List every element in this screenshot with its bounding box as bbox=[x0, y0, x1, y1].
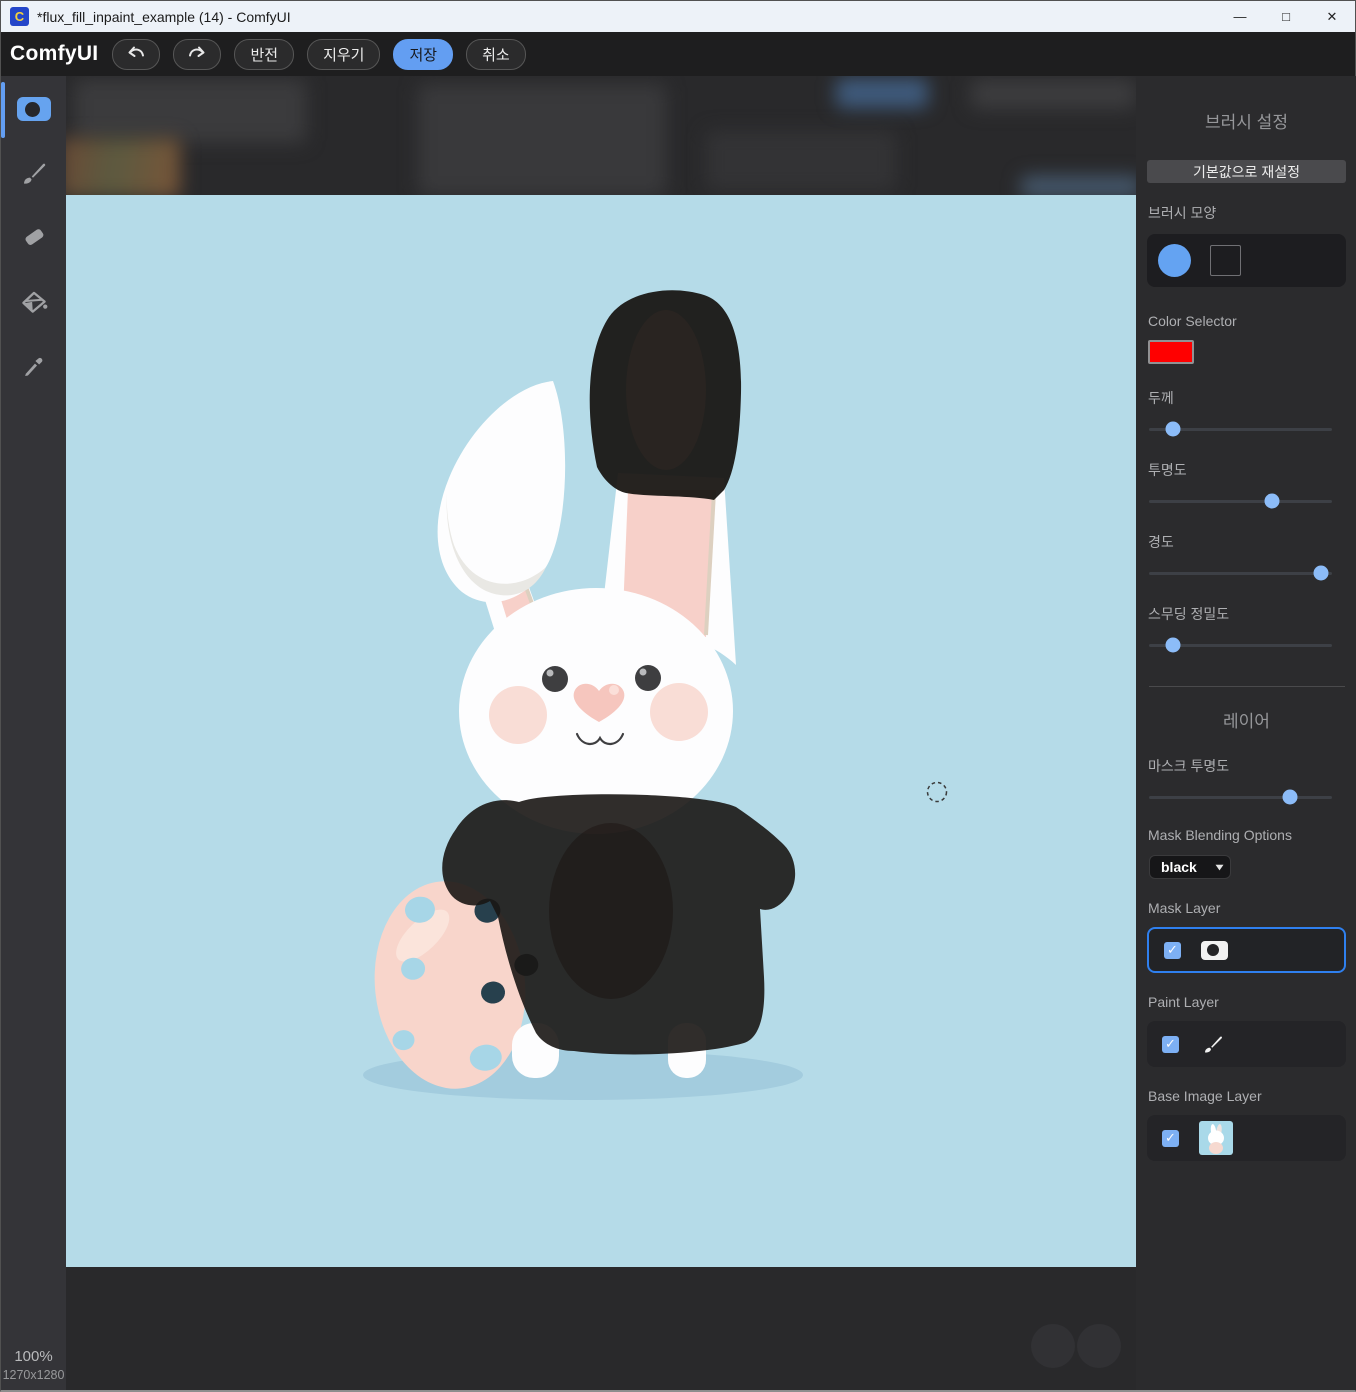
mask-blending-label: Mask Blending Options bbox=[1148, 827, 1356, 843]
mask-opacity-slider[interactable] bbox=[1149, 790, 1332, 804]
paint-layer-icon bbox=[1199, 1032, 1227, 1056]
base-image-layer-label: Base Image Layer bbox=[1148, 1088, 1356, 1104]
hardness-slider[interactable] bbox=[1149, 566, 1332, 580]
mask-opacity-slider-thumb[interactable] bbox=[1282, 790, 1297, 805]
base-image-thumbnail bbox=[1199, 1121, 1233, 1155]
settings-panel: 브러시 설정 기본값으로 재설정 브러시 모양 Color Selector 두… bbox=[1136, 76, 1356, 1390]
panel-divider bbox=[1149, 686, 1345, 687]
fill-tool-button[interactable] bbox=[11, 278, 57, 324]
backdrop-blur-panel bbox=[706, 131, 896, 191]
redo-button[interactable] bbox=[173, 39, 221, 70]
mask-layer-row[interactable] bbox=[1147, 927, 1346, 973]
eraser-tool-button[interactable] bbox=[11, 214, 57, 260]
circle-brush-option[interactable] bbox=[1158, 244, 1191, 277]
brush-shape-label: 브러시 모양 bbox=[1148, 203, 1356, 223]
eyedropper-tool-button[interactable] bbox=[11, 342, 57, 388]
comfyui-app-icon: C bbox=[10, 7, 29, 26]
comfyui-mask-editor-window: C *flux_fill_inpaint_example (14) - Comf… bbox=[0, 0, 1356, 1392]
backdrop-blur-button bbox=[836, 78, 928, 108]
brush-icon bbox=[19, 158, 49, 188]
title-bar: C *flux_fill_inpaint_example (14) - Comf… bbox=[1, 1, 1355, 32]
canvas-area bbox=[66, 76, 1136, 1390]
smoothing-precision-slider[interactable] bbox=[1149, 638, 1332, 652]
thickness-label: 두께 bbox=[1148, 388, 1356, 408]
opacity-label: 투명도 bbox=[1148, 460, 1356, 480]
backdrop-blur-icons bbox=[971, 79, 1136, 109]
eyedropper-icon bbox=[20, 351, 48, 379]
editor-toolbar: ComfyUI 반전 지우기 저장 취소 bbox=[1, 32, 1355, 76]
slider-track bbox=[1149, 796, 1332, 799]
redo-icon bbox=[186, 45, 208, 63]
opacity-slider[interactable] bbox=[1149, 494, 1332, 508]
cancel-button[interactable]: 취소 bbox=[466, 39, 526, 70]
slider-track bbox=[1149, 500, 1332, 503]
save-button[interactable]: 저장 bbox=[393, 39, 453, 70]
color-selector-label: Color Selector bbox=[1148, 313, 1356, 329]
comfyui-logo: ComfyUI bbox=[10, 42, 98, 66]
brush-color-swatch[interactable] bbox=[1148, 340, 1194, 364]
window-title: *flux_fill_inpaint_example (14) - ComfyU… bbox=[37, 9, 291, 25]
mask-layer-icon bbox=[1201, 941, 1228, 960]
close-button[interactable]: ✕ bbox=[1309, 1, 1355, 32]
canvas-action-button-1[interactable] bbox=[1031, 1324, 1075, 1368]
paint-layer-label: Paint Layer bbox=[1148, 994, 1356, 1010]
base-image-layer-row[interactable] bbox=[1147, 1115, 1346, 1161]
backdrop-blur-panel bbox=[74, 79, 306, 143]
base-image-layer-visibility-checkbox[interactable] bbox=[1162, 1130, 1179, 1147]
minimize-button[interactable]: — bbox=[1217, 1, 1263, 32]
hardness-label: 경도 bbox=[1148, 532, 1356, 552]
invert-button[interactable]: 반전 bbox=[234, 39, 294, 70]
paint-layer-visibility-checkbox[interactable] bbox=[1162, 1036, 1179, 1053]
selected-tool-indicator bbox=[1, 82, 5, 138]
mask-tool-icon bbox=[17, 97, 51, 121]
thickness-slider-thumb[interactable] bbox=[1165, 422, 1180, 437]
brush-shape-selector bbox=[1147, 234, 1346, 287]
mask-tool-button[interactable] bbox=[11, 86, 57, 132]
chevron-down-icon: ▾ bbox=[1216, 862, 1223, 873]
square-brush-option[interactable] bbox=[1210, 245, 1241, 276]
window-controls: — □ ✕ bbox=[1217, 1, 1355, 32]
undo-button[interactable] bbox=[112, 39, 160, 70]
backdrop-blur-image bbox=[66, 138, 180, 198]
slider-track bbox=[1149, 572, 1332, 575]
paint-layer-row[interactable] bbox=[1147, 1021, 1346, 1067]
reset-defaults-button[interactable]: 기본값으로 재설정 bbox=[1147, 160, 1346, 183]
hardness-slider-thumb[interactable] bbox=[1314, 566, 1329, 581]
backdrop-blur-panel bbox=[418, 84, 666, 196]
smoothing-precision-label: 스무딩 정밀도 bbox=[1148, 604, 1356, 624]
zoom-percent: 100% bbox=[1, 1348, 66, 1365]
thickness-slider[interactable] bbox=[1149, 422, 1332, 436]
mask-paint-canvas[interactable] bbox=[66, 195, 1136, 1267]
tool-sidebar: 100% 1270x1280 bbox=[1, 76, 66, 1390]
undo-icon bbox=[125, 45, 147, 63]
eraser-icon bbox=[19, 222, 49, 252]
mask-layer-label: Mask Layer bbox=[1148, 900, 1356, 916]
maximize-button[interactable]: □ bbox=[1263, 1, 1309, 32]
paint-bucket-icon bbox=[19, 286, 49, 316]
mask-layer-visibility-checkbox[interactable] bbox=[1164, 942, 1181, 959]
canvas-zoom-info: 100% 1270x1280 bbox=[1, 1348, 66, 1382]
brush-tool-button[interactable] bbox=[11, 150, 57, 196]
opacity-slider-thumb[interactable] bbox=[1264, 494, 1279, 509]
mask-blending-value: black bbox=[1161, 859, 1197, 875]
brush-settings-title: 브러시 설정 bbox=[1136, 108, 1356, 133]
canvas-action-button-2[interactable] bbox=[1077, 1324, 1121, 1368]
mask-blending-dropdown[interactable]: black ▾ bbox=[1149, 855, 1231, 879]
mask-opacity-label: 마스크 투명도 bbox=[1148, 756, 1356, 776]
layers-title: 레이어 bbox=[1136, 707, 1356, 732]
canvas-dimensions: 1270x1280 bbox=[1, 1368, 66, 1382]
smoothing-precision-slider-thumb[interactable] bbox=[1165, 638, 1180, 653]
clear-button[interactable]: 지우기 bbox=[307, 39, 380, 70]
